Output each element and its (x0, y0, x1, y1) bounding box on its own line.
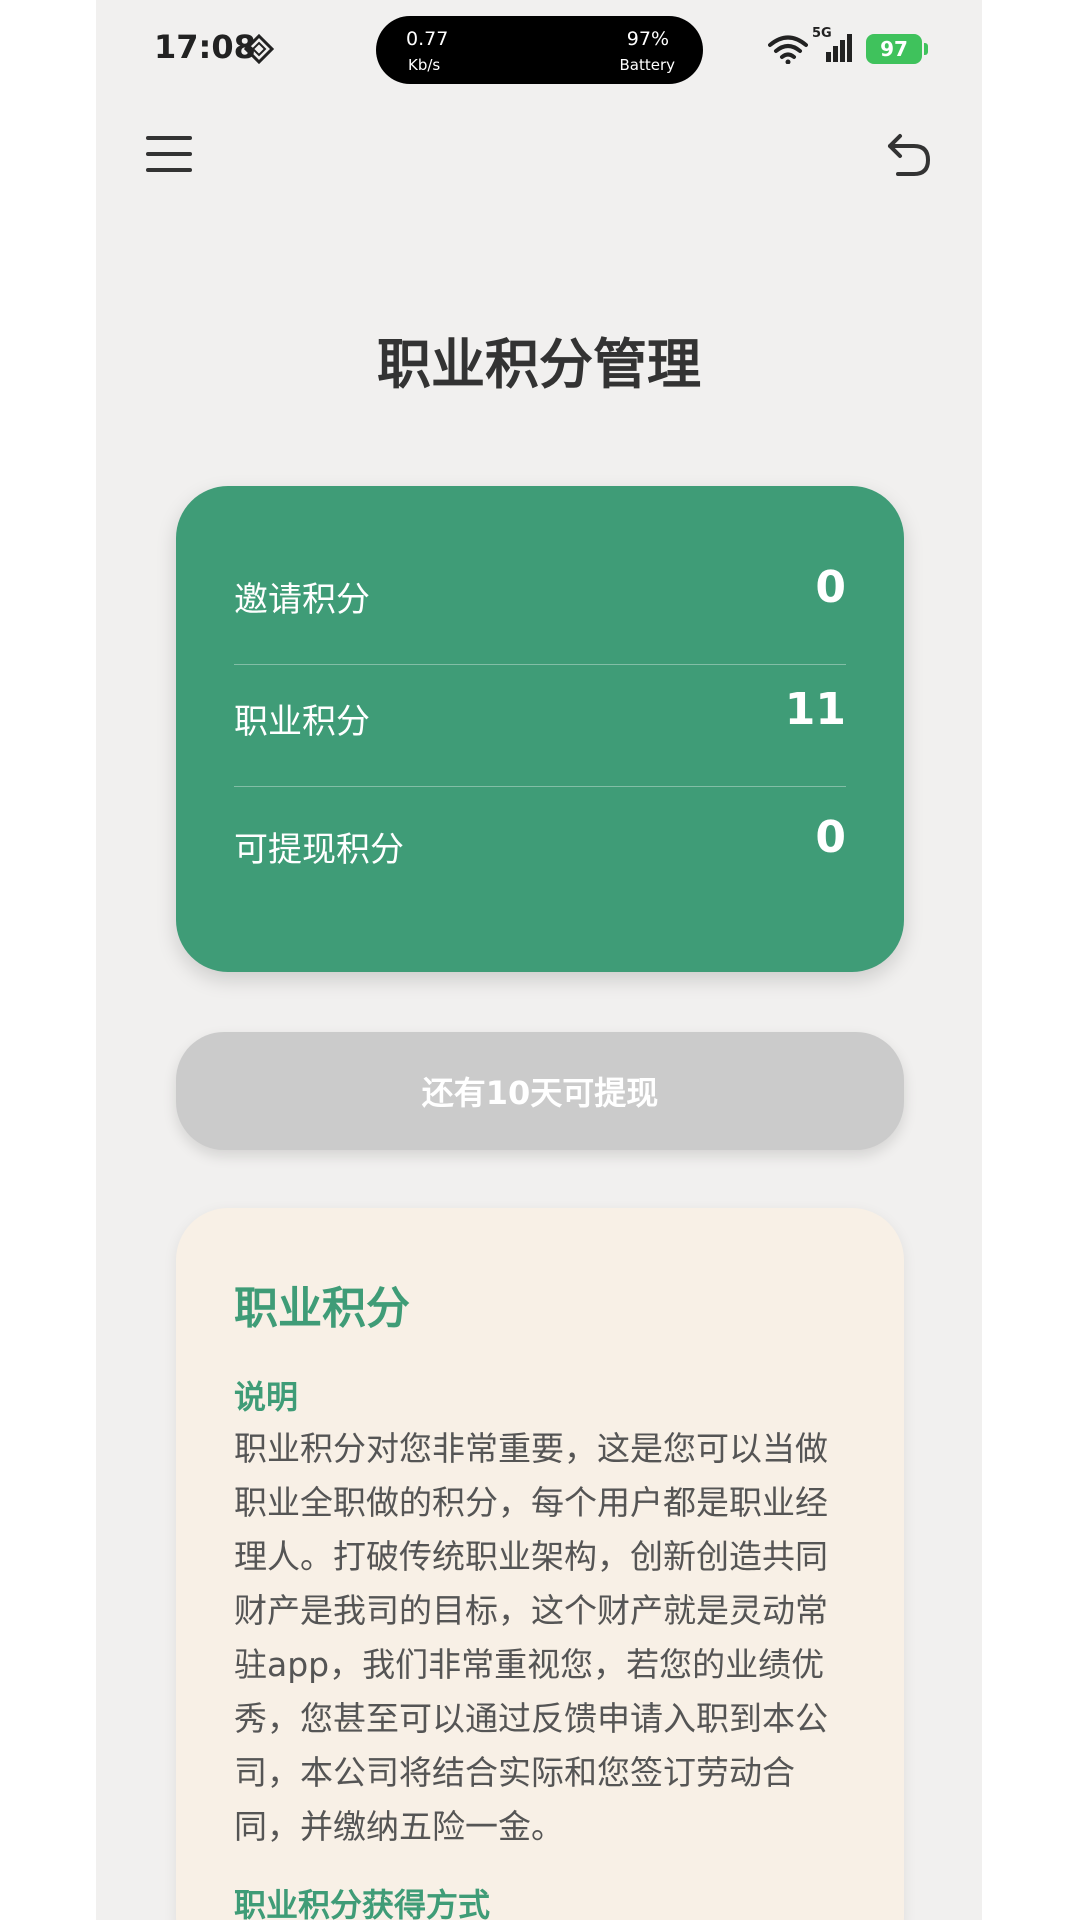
career-points-value: 11 (784, 684, 846, 735)
invite-points-row: 邀请积分 0 (234, 542, 846, 662)
info-subtitle: 说明 (234, 1378, 299, 1416)
info-card: 职业积分 说明 职业积分对您非常重要，这是您可以当做职业全职做的积分，每个用户都… (176, 1208, 904, 1920)
net-speed-unit: Kb/s (408, 56, 441, 74)
career-points-row: 职业积分 11 (234, 664, 846, 784)
battery-label: Battery (619, 56, 675, 74)
menu-icon[interactable] (146, 136, 192, 176)
points-summary-card: 邀请积分 0 职业积分 11 可提现积分 0 (176, 486, 904, 972)
page-title: 职业积分管理 (377, 333, 701, 396)
withdraw-button[interactable]: 还有10天可提现 (176, 1032, 904, 1150)
row-divider (234, 786, 846, 787)
info-subtitle-earn-methods: 职业积分获得方式 (234, 1886, 491, 1920)
status-bar: 17:08 0.77 Kb/s 97% Battery 5G 97 (96, 0, 982, 100)
wifi-icon (768, 35, 808, 64)
status-time: 17:08 (154, 28, 256, 66)
signal-strength-icon (826, 34, 852, 62)
back-icon[interactable] (886, 130, 932, 180)
invite-points-value: 0 (815, 562, 846, 613)
net-speed-value: 0.77 (406, 28, 449, 50)
info-body: 职业积分对您非常重要，这是您可以当做职业全职做的积分，每个用户都是职业经理人。打… (234, 1429, 828, 1846)
app-notification-icon (244, 34, 274, 64)
network-speed-pill: 0.77 Kb/s 97% Battery (376, 16, 703, 84)
withdrawable-points-label: 可提现积分 (234, 830, 404, 870)
withdrawable-points-row: 可提现积分 0 (234, 788, 846, 908)
battery-percent-pill: 97% (626, 28, 669, 50)
invite-points-label: 邀请积分 (234, 580, 370, 620)
app-screen: 17:08 0.77 Kb/s 97% Battery 5G 97 职业积分管理… (96, 0, 982, 1920)
battery-icon: 97 (866, 34, 928, 64)
career-points-label: 职业积分 (234, 702, 370, 742)
info-title: 职业积分 (234, 1283, 410, 1334)
withdrawable-points-value: 0 (815, 812, 846, 863)
